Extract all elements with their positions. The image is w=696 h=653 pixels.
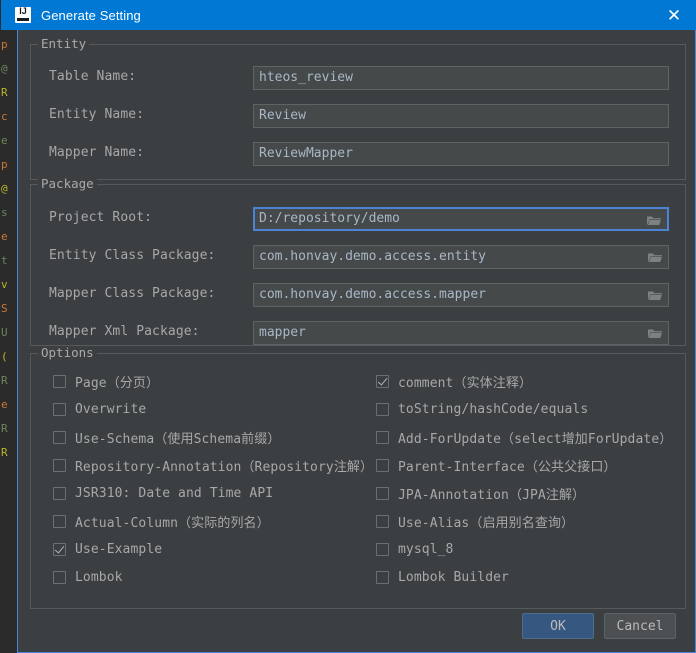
checkbox-label: Add-ForUpdate（select增加ForUpdate） bbox=[398, 431, 673, 447]
checkbox-label: Use-Alias（启用别名查询） bbox=[398, 515, 575, 531]
text-input[interactable]: Review bbox=[253, 104, 669, 128]
checkbox-row[interactable]: Page（分页） bbox=[53, 371, 159, 391]
checkbox-label: comment（实体注释） bbox=[398, 375, 533, 391]
checkbox-row[interactable]: Use-Example bbox=[53, 539, 162, 559]
checkbox-unchecked-icon[interactable] bbox=[53, 458, 66, 472]
field-label: Entity Name: bbox=[49, 107, 145, 122]
checkbox-unchecked-icon[interactable] bbox=[53, 430, 66, 444]
checkbox-unchecked-icon[interactable] bbox=[53, 374, 66, 388]
text-input[interactable]: hteos_review bbox=[253, 66, 669, 90]
checkbox-row[interactable]: JPA-Annotation（JPA注解） bbox=[376, 483, 585, 503]
field-row: Mapper Class Package: com.honvay.demo.acc… bbox=[31, 283, 687, 307]
checkbox-label: Repository-Annotation（Repository注解） bbox=[75, 459, 374, 475]
generate-setting-dialog: Generate Setting ✕ Entity Table Name: hte… bbox=[1, 0, 696, 653]
options-group: Options Page（分页） Overwrite Use-Schema（使用Sc… bbox=[30, 346, 686, 609]
field-label: Table Name: bbox=[49, 69, 137, 84]
field-label: Mapper Xml Package: bbox=[49, 324, 200, 339]
checkbox-label: Parent-Interface（公共父接口） bbox=[398, 459, 617, 475]
checkbox-row[interactable]: Actual-Column（实际的列名） bbox=[53, 511, 270, 531]
browse-folder-icon[interactable] bbox=[648, 290, 662, 301]
checkbox-row[interactable]: toString/hashCode/equals bbox=[376, 399, 588, 419]
ok-button[interactable]: OK bbox=[522, 613, 594, 639]
entity-group-title: Entity bbox=[38, 37, 90, 51]
dialog-button-bar: OK Cancel bbox=[522, 613, 676, 639]
checkbox-label: Use-Schema（使用Schema前缀） bbox=[75, 431, 281, 447]
checkbox-row[interactable]: JSR310: Date and Time API bbox=[53, 483, 273, 503]
checkbox-unchecked-icon[interactable] bbox=[376, 542, 389, 556]
checkbox-label: Use-Example bbox=[75, 541, 163, 557]
text-input[interactable]: mapper bbox=[253, 321, 669, 345]
field-label: Entity Class Package: bbox=[49, 248, 216, 263]
field-label: Project Root: bbox=[49, 210, 153, 225]
field-row: Entity Name: Review bbox=[31, 104, 687, 128]
checkbox-row[interactable]: mysql_8 bbox=[376, 539, 454, 559]
field-row: Table Name: hteos_review bbox=[31, 66, 687, 90]
checkbox-checked-icon[interactable] bbox=[53, 542, 66, 556]
checkbox-row[interactable]: Lombok Builder bbox=[376, 567, 509, 587]
field-label: Mapper Class Package: bbox=[49, 286, 216, 301]
checkbox-unchecked-icon[interactable] bbox=[53, 402, 66, 416]
checkbox-label: toString/hashCode/equals bbox=[398, 401, 589, 417]
entity-group: Entity Table Name: hteos_review Entity Nam… bbox=[30, 37, 687, 180]
checkbox-row[interactable]: Overwrite bbox=[53, 399, 146, 419]
text-input[interactable]: com.honvay.demo.access.entity bbox=[253, 245, 669, 269]
checkbox-row[interactable]: Use-Alias（启用别名查询） bbox=[376, 511, 574, 531]
package-group: Package Project Root: D:/repository/demo E… bbox=[30, 177, 687, 346]
text-input[interactable]: D:/repository/demo bbox=[253, 207, 669, 231]
checkbox-unchecked-icon[interactable] bbox=[376, 402, 389, 416]
dialog-titlebar: Generate Setting ✕ bbox=[1, 0, 696, 30]
checkbox-unchecked-icon[interactable] bbox=[376, 458, 389, 472]
dialog-content: Entity Table Name: hteos_review Entity Nam… bbox=[18, 30, 695, 651]
browse-folder-icon[interactable] bbox=[648, 252, 662, 263]
checkbox-unchecked-icon[interactable] bbox=[376, 514, 389, 528]
checkbox-checked-icon[interactable] bbox=[376, 374, 389, 388]
field-label: Mapper Name: bbox=[49, 145, 145, 160]
field-row: Entity Class Package: com.honvay.demo.acc… bbox=[31, 245, 687, 269]
checkbox-label: Lombok bbox=[75, 569, 123, 585]
package-group-title: Package bbox=[38, 177, 97, 191]
checkbox-label: Page（分页） bbox=[75, 375, 160, 391]
options-group-title: Options bbox=[38, 346, 97, 360]
checkbox-unchecked-icon[interactable] bbox=[376, 486, 389, 500]
field-row: Project Root: D:/repository/demo bbox=[31, 207, 687, 231]
intellij-idea-icon bbox=[15, 6, 31, 23]
field-row: Mapper Name: ReviewMapper bbox=[31, 142, 687, 166]
text-input[interactable]: ReviewMapper bbox=[253, 142, 669, 166]
dialog-title: Generate Setting bbox=[41, 7, 141, 23]
checkbox-unchecked-icon[interactable] bbox=[53, 514, 66, 528]
field-row: Mapper Xml Package: mapper bbox=[31, 321, 687, 345]
checkbox-row[interactable]: Repository-Annotation（Repository注解） bbox=[53, 455, 373, 475]
close-icon[interactable]: ✕ bbox=[651, 0, 696, 30]
checkbox-unchecked-icon[interactable] bbox=[376, 570, 389, 584]
checkbox-unchecked-icon[interactable] bbox=[53, 486, 66, 500]
checkbox-row[interactable]: comment（实体注释） bbox=[376, 371, 532, 391]
checkbox-row[interactable]: Use-Schema（使用Schema前缀） bbox=[53, 427, 280, 447]
text-input[interactable]: com.honvay.demo.access.mapper bbox=[253, 283, 669, 307]
checkbox-label: mysql_8 bbox=[398, 541, 454, 557]
checkbox-label: JPA-Annotation（JPA注解） bbox=[398, 487, 586, 503]
cancel-button[interactable]: Cancel bbox=[604, 613, 676, 639]
checkbox-unchecked-icon[interactable] bbox=[53, 570, 66, 584]
checkbox-row[interactable]: Add-ForUpdate（select增加ForUpdate） bbox=[376, 427, 672, 447]
checkbox-label: Overwrite bbox=[75, 401, 147, 417]
browse-folder-icon[interactable] bbox=[648, 328, 662, 339]
checkbox-row[interactable]: Parent-Interface（公共父接口） bbox=[376, 455, 617, 475]
checkbox-row[interactable]: Lombok bbox=[53, 567, 123, 587]
checkbox-unchecked-icon[interactable] bbox=[376, 430, 389, 444]
checkbox-label: Actual-Column（实际的列名） bbox=[75, 515, 270, 531]
checkbox-label: Lombok Builder bbox=[398, 569, 509, 585]
checkbox-label: JSR310: Date and Time API bbox=[75, 485, 274, 501]
browse-folder-icon[interactable] bbox=[647, 215, 661, 226]
